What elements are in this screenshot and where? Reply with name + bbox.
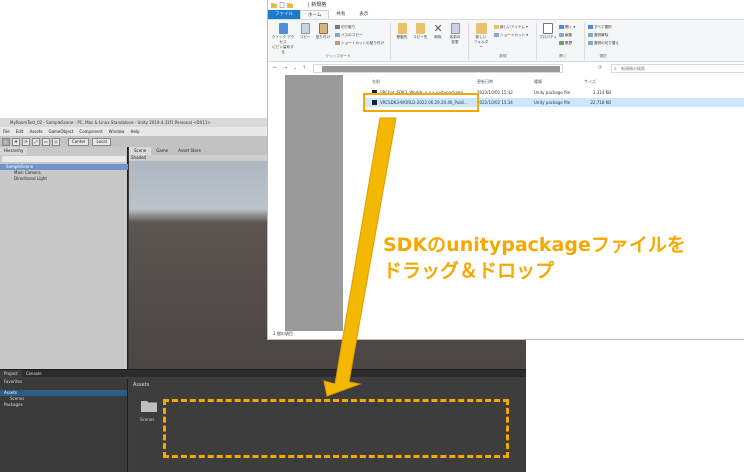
instruction-caption: SDKのunitypackageファイルを ドラッグ＆ドロップ <box>383 232 733 284</box>
screenshot: MyRoomTest_02 - SampleScene - PC, Mac & … <box>0 0 744 472</box>
caption-line-2: ドラッグ＆ドロップ <box>383 260 555 282</box>
caption-line-1: SDKのunitypackageファイルを <box>383 234 686 256</box>
